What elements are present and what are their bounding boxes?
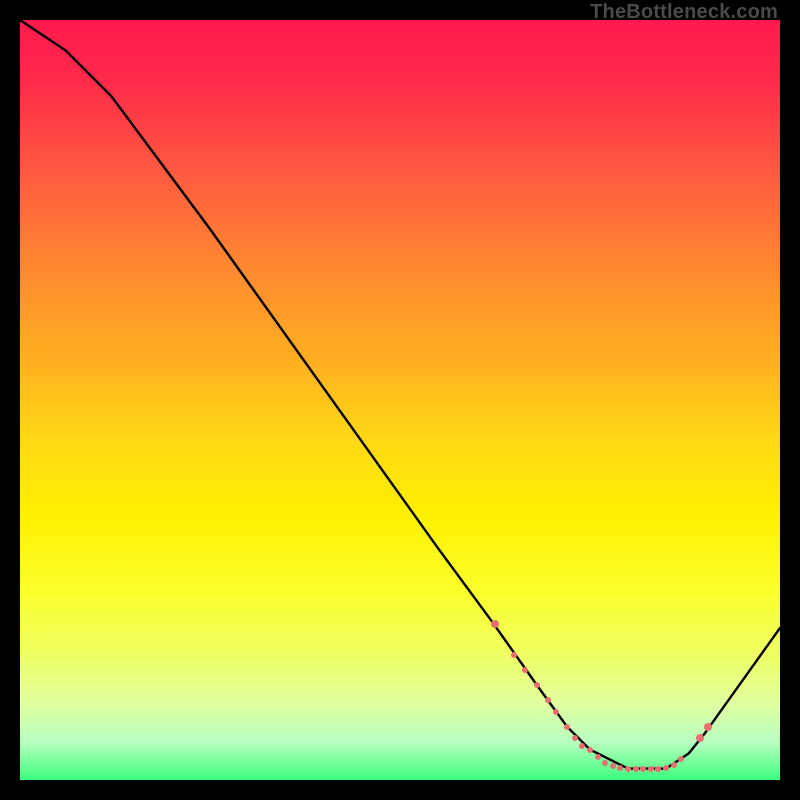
marker-dot [625,766,631,772]
marker-dot [553,709,559,715]
marker-dot [655,766,661,772]
marker-dot [491,620,499,628]
marker-dot [511,652,517,658]
marker-dot [587,747,593,753]
attribution-text: TheBottleneck.com [590,2,778,22]
marker-dot [617,765,623,771]
plot-area [20,20,780,780]
marker-dot [545,697,551,703]
marker-dot [564,724,570,730]
marker-dot [522,667,528,673]
chart-frame: TheBottleneck.com [0,0,800,800]
marker-dot [595,754,601,760]
curve-path [20,20,780,769]
marker-dot [610,763,616,769]
marker-dot [602,760,608,766]
marker-dot [671,762,677,768]
marker-dot [572,735,578,741]
marker-dot [648,766,654,772]
marker-dot [678,756,684,762]
marker-dot [633,766,639,772]
marker-dot [534,682,540,688]
marker-dot [640,766,646,772]
marker-dot [704,723,712,731]
curve-svg [20,20,780,780]
marker-dot [579,743,585,749]
marker-dot [663,765,669,771]
marker-dot [696,734,704,742]
